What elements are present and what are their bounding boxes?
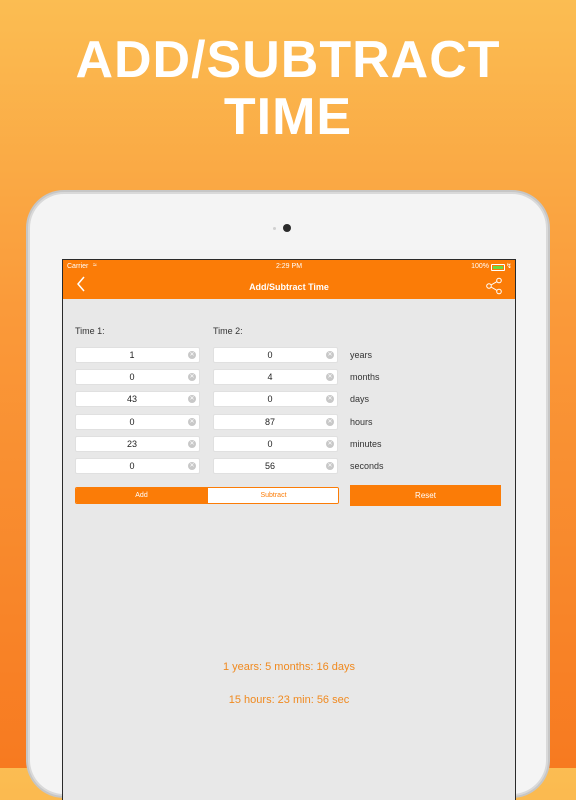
ipad-frame: Carrier ≈ 2:29 PM 100% ↯ Add/Subtract Ti… [30, 194, 546, 800]
time1-years-input[interactable]: 1 ✕ [75, 347, 200, 363]
time2-months-input[interactable]: 4 ✕ [213, 369, 338, 385]
clear-icon[interactable]: ✕ [188, 418, 196, 426]
app-screen: Carrier ≈ 2:29 PM 100% ↯ Add/Subtract Ti… [62, 259, 516, 800]
time1-seconds-value: 0 [129, 461, 135, 471]
time1-seconds-input[interactable]: 0 ✕ [75, 458, 200, 474]
unit-days: days [350, 394, 370, 404]
clear-icon[interactable]: ✕ [326, 418, 334, 426]
time1-minutes-value: 23 [126, 439, 137, 449]
unit-seconds: seconds [350, 461, 384, 471]
unit-years: years [350, 350, 373, 360]
clear-icon[interactable]: ✕ [188, 462, 196, 470]
add-segment[interactable]: Add [76, 488, 207, 503]
result-date-line: 1 years: 5 months: 16 days [222, 661, 356, 673]
time2-days-input[interactable]: 0 ✕ [213, 391, 338, 407]
battery-percent: 100% [471, 263, 489, 270]
time2-hours-value: 87 [264, 417, 275, 427]
unit-months: months [350, 372, 380, 382]
time2-days-value: 0 [267, 394, 273, 404]
navigation-bar: Carrier ≈ 2:29 PM 100% ↯ Add/Subtract Ti… [63, 260, 515, 299]
clear-icon[interactable]: ✕ [326, 395, 334, 403]
time1-years-value: 1 [129, 350, 135, 360]
time2-label: Time 2: [213, 326, 243, 336]
charging-icon: ↯ [506, 263, 512, 270]
time1-label: Time 1: [75, 326, 105, 336]
nav-title: Add/Subtract Time [249, 282, 329, 292]
clear-icon[interactable]: ✕ [188, 395, 196, 403]
subtract-segment[interactable]: Subtract [207, 488, 338, 503]
time1-hours-input[interactable]: 0 ✕ [75, 414, 200, 430]
clear-icon[interactable]: ✕ [326, 440, 334, 448]
time1-days-input[interactable]: 43 ✕ [75, 391, 200, 407]
clear-icon[interactable]: ✕ [188, 351, 196, 359]
time2-minutes-input[interactable]: 0 ✕ [213, 436, 338, 452]
time2-seconds-value: 56 [264, 461, 275, 471]
time2-years-input[interactable]: 0 ✕ [213, 347, 338, 363]
time2-hours-input[interactable]: 87 ✕ [213, 414, 338, 430]
time2-months-value: 4 [267, 372, 273, 382]
headline-line-1: ADD/SUBTRACT [75, 31, 501, 89]
time1-months-input[interactable]: 0 ✕ [75, 369, 200, 385]
reset-button[interactable]: Reset [350, 485, 501, 506]
headline-line-2: TIME [223, 88, 353, 146]
time1-days-value: 43 [126, 394, 137, 404]
time2-seconds-input[interactable]: 56 ✕ [213, 458, 338, 474]
time1-months-value: 0 [129, 372, 135, 382]
unit-minutes: minutes [350, 439, 382, 449]
operation-segmented-control: Add Subtract [75, 487, 339, 504]
clear-icon[interactable]: ✕ [188, 440, 196, 448]
battery-icon [491, 264, 505, 271]
unit-hours: hours [350, 417, 373, 427]
share-icon [486, 277, 502, 295]
result-time-line: 15 hours: 23 min: 56 sec [228, 694, 350, 706]
sensor-dot [273, 227, 276, 230]
clear-icon[interactable]: ✕ [326, 351, 334, 359]
time1-minutes-input[interactable]: 23 ✕ [75, 436, 200, 452]
camera-icon [283, 224, 291, 232]
clear-icon[interactable]: ✕ [326, 373, 334, 381]
time2-years-value: 0 [267, 350, 273, 360]
share-button[interactable] [485, 277, 503, 295]
status-bar: Carrier ≈ 2:29 PM 100% ↯ [63, 262, 515, 273]
time1-hours-value: 0 [129, 417, 135, 427]
status-time: 2:29 PM [275, 263, 303, 270]
clear-icon[interactable]: ✕ [188, 373, 196, 381]
clear-icon[interactable]: ✕ [326, 462, 334, 470]
time2-minutes-value: 0 [267, 439, 273, 449]
